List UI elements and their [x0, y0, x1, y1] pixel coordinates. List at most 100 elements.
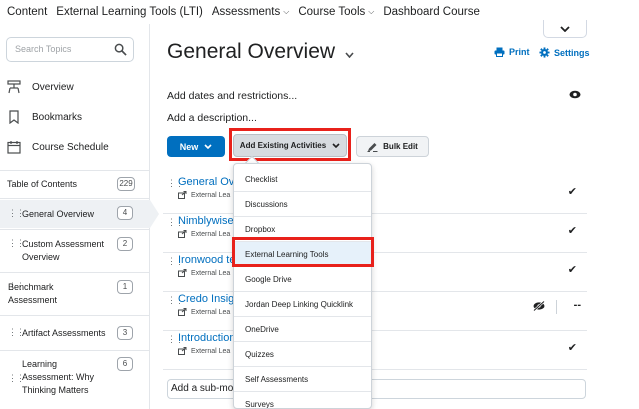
- settings-label: Settings: [554, 47, 590, 58]
- add-existing-activities-button[interactable]: Add Existing Activities: [233, 134, 347, 157]
- chevron-down-icon: [204, 144, 212, 149]
- add-existing-dropdown: Checklist Discussions Dropbox External L…: [233, 163, 372, 409]
- status-dash: --: [573, 299, 581, 311]
- dropdown-item-checklist[interactable]: Checklist: [234, 167, 371, 192]
- module-item-benchmark-assessment[interactable]: ⋮⋮ Benchmark Assessment 1: [0, 273, 150, 315]
- sidebar-link-label: Overview: [32, 81, 74, 93]
- sidebar-link-label: Bookmarks: [32, 111, 83, 123]
- eye-icon[interactable]: [569, 90, 581, 99]
- settings-button[interactable]: Settings: [539, 47, 590, 58]
- new-button[interactable]: New: [167, 136, 225, 157]
- check-icon: ✔: [567, 225, 577, 237]
- more-nav-button[interactable]: [543, 20, 587, 38]
- add-submodule-input[interactable]: Add a sub-mod: [167, 379, 586, 399]
- chevron-down-icon[interactable]: [345, 49, 354, 61]
- printer-icon: [494, 47, 505, 57]
- topic-row[interactable]: ⋮⋮ General Ove External Lea ✔: [163, 172, 587, 214]
- topic-type: External Lea: [178, 347, 230, 355]
- module-count-badge: 6: [117, 357, 133, 371]
- check-icon: ✔: [567, 342, 577, 354]
- module-label: Artifact Assessments: [22, 328, 106, 338]
- topic-type: External Lea: [178, 269, 230, 277]
- sidebar-divider: [0, 170, 150, 171]
- sidebar-link-label: Course Schedule: [32, 141, 109, 153]
- external-link-icon: [178, 347, 187, 355]
- new-label: New: [179, 141, 199, 152]
- dropdown-item-discussions[interactable]: Discussions: [234, 192, 371, 217]
- topic-row[interactable]: ⋮⋮ Introduction External Lea ✔: [163, 328, 587, 370]
- module-item-custom-assessment[interactable]: ⋮⋮ Custom Assessment Overview 2: [0, 230, 150, 272]
- topic-title-link[interactable]: Ironwood te: [178, 254, 235, 266]
- nav-label: Dashboard Course: [383, 6, 480, 18]
- nav-dashboard-course[interactable]: Dashboard Course: [383, 6, 480, 18]
- search-icon[interactable]: [114, 43, 127, 56]
- print-button[interactable]: Print: [494, 47, 530, 57]
- overview-icon: [7, 80, 21, 94]
- topic-title-link[interactable]: Credo Insigh: [178, 293, 240, 305]
- eye-slash-icon[interactable]: [533, 301, 545, 311]
- external-link-icon: [178, 269, 187, 277]
- search-placeholder: Search Topics: [15, 44, 72, 54]
- toc-count-badge: 229: [117, 177, 135, 191]
- topic-type-label: External Lea: [191, 230, 231, 238]
- table-of-contents-link[interactable]: Table of Contents: [7, 179, 77, 189]
- bookmark-icon: [7, 110, 21, 124]
- dropdown-item-quizzes[interactable]: Quizzes: [234, 342, 371, 367]
- sidebar: Search Topics Overview Bookmarks Course …: [0, 24, 159, 409]
- sidebar-link-bookmarks[interactable]: Bookmarks: [7, 110, 82, 124]
- chevron-down-icon: ⌵: [368, 7, 375, 16]
- pencil-icon: [367, 142, 378, 152]
- add-dates-link[interactable]: Add dates and restrictions...: [167, 90, 297, 102]
- module-item-artifact-assessments[interactable]: ⋮⋮ Artifact Assessments 3: [0, 316, 150, 350]
- module-item-learning-assessment[interactable]: ⋮⋮ Learning Assessment: Why Thinking Mat…: [0, 351, 150, 409]
- topic-row[interactable]: ⋮⋮ Nimblywise T External Lea ✔: [163, 211, 587, 253]
- sidebar-link-overview[interactable]: Overview: [7, 80, 74, 94]
- module-count-badge: 3: [117, 326, 133, 340]
- chevron-down-icon: ⌵: [283, 7, 290, 16]
- dropdown-item-jordan-deep-linking[interactable]: Jordan Deep Linking Quicklink: [234, 292, 371, 317]
- module-item-general-overview[interactable]: ⋮⋮ General Overview 4: [0, 200, 159, 228]
- topic-row[interactable]: ⋮⋮ Credo Insigh External Lea --: [163, 289, 587, 331]
- check-icon: ✔: [567, 264, 577, 276]
- nav-label: Content: [7, 6, 48, 18]
- external-link-icon: [178, 191, 187, 199]
- module-label: Custom Assessment Overview: [22, 239, 105, 262]
- page-title-text: General Overview: [167, 40, 336, 63]
- external-link-icon: [178, 230, 187, 238]
- topic-type-label: External Lea: [191, 347, 231, 355]
- nav-assessments[interactable]: Assessments ⌵: [212, 6, 289, 18]
- dropdown-item-onedrive[interactable]: OneDrive: [234, 317, 371, 342]
- nav-label: Assessments: [211, 6, 281, 18]
- module-count-badge: 4: [117, 206, 133, 220]
- module-label: Learning Assessment: Why Thinking Matter…: [22, 359, 95, 395]
- page-title[interactable]: General Overview: [167, 40, 354, 64]
- add-description-link[interactable]: Add a description...: [167, 112, 257, 124]
- topic-title-link[interactable]: Introduction: [178, 332, 235, 344]
- topic-row[interactable]: ⋮⋮ Ironwood te External Lea ✔: [163, 250, 587, 292]
- nav-course-tools[interactable]: Course Tools ⌵: [298, 6, 374, 18]
- dropdown-item-self-assessments[interactable]: Self Assessments: [234, 367, 371, 392]
- sidebar-divider: [0, 198, 150, 199]
- sidebar-link-course-schedule[interactable]: Course Schedule: [7, 140, 109, 154]
- topic-type: External Lea: [178, 230, 230, 238]
- topic-type: External Lea: [178, 308, 230, 316]
- topic-type-label: External Lea: [191, 191, 231, 199]
- topic-title-link[interactable]: General Ove: [178, 176, 240, 188]
- module-label: General Overview: [22, 209, 95, 219]
- dropdown-item-surveys[interactable]: Surveys: [234, 392, 371, 408]
- check-icon: ✔: [567, 186, 577, 198]
- bulk-edit-button[interactable]: Bulk Edit: [356, 136, 429, 157]
- search-topics-input[interactable]: Search Topics: [6, 37, 134, 62]
- chevron-down-icon: [332, 143, 340, 148]
- module-count-badge: 1: [117, 280, 133, 294]
- chevron-down-icon: [560, 25, 570, 32]
- nav-external-learning-tools[interactable]: External Learning Tools (LTI): [56, 6, 203, 18]
- active-indicator: [150, 200, 159, 228]
- dropdown-item-google-drive[interactable]: Google Drive: [234, 267, 371, 292]
- topic-type: External Lea: [178, 191, 230, 199]
- highlight-frame: [232, 237, 374, 267]
- nav-content[interactable]: Content: [7, 6, 47, 18]
- external-link-icon: [178, 308, 187, 316]
- topic-type-label: External Lea: [191, 308, 231, 316]
- nav-label: Course Tools: [298, 6, 366, 18]
